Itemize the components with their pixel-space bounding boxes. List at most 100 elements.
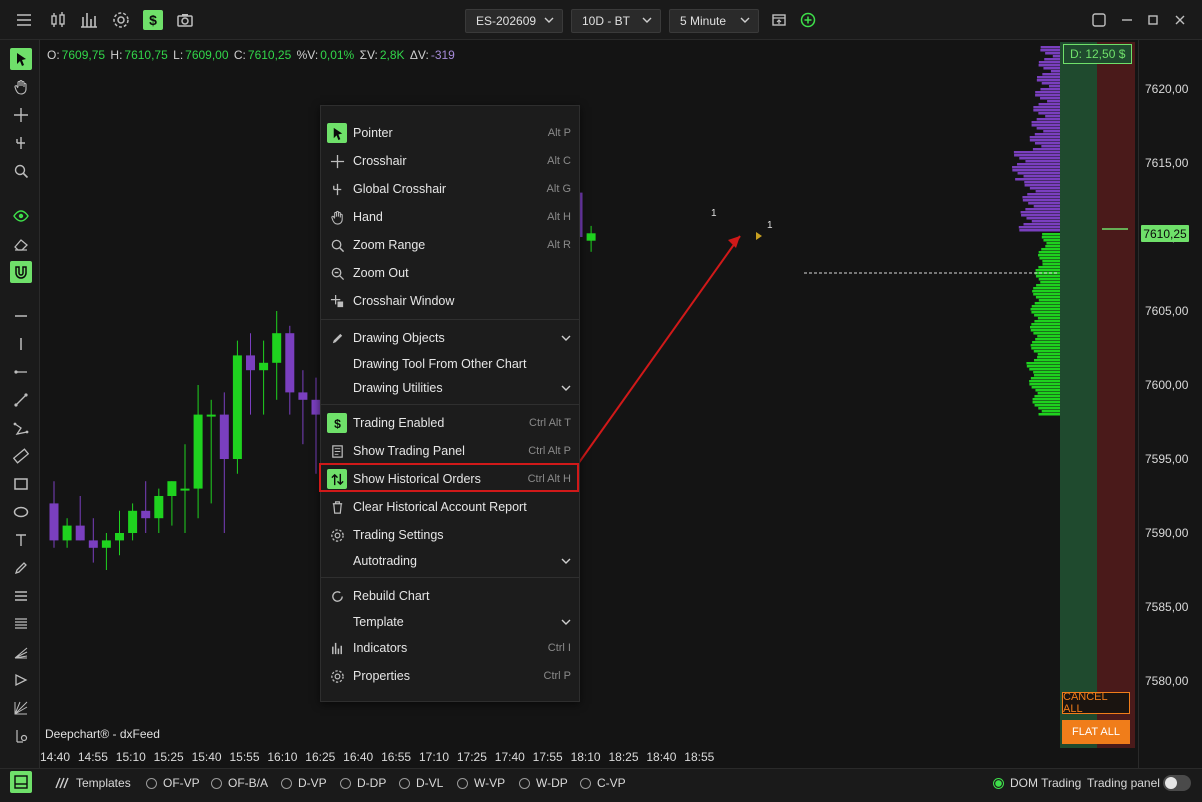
eraser-tool-icon[interactable]	[10, 233, 32, 255]
menu-item-drawing-objects[interactable]: Drawing Objects	[321, 325, 579, 351]
time-tick-label: 16:40	[343, 750, 374, 764]
menu-item-label: Indicators	[353, 641, 408, 655]
profile-buy-bar	[1038, 278, 1060, 281]
dom-buy-column[interactable]	[1060, 42, 1097, 748]
settings-small-icon[interactable]	[10, 725, 32, 747]
candles-icon[interactable]	[48, 10, 68, 30]
menu-item-rebuild-chart[interactable]: Rebuild Chart	[321, 583, 579, 609]
polyline-tool-icon[interactable]	[10, 417, 32, 439]
trend-line-tool-icon[interactable]	[10, 389, 32, 411]
gann-tool-icon[interactable]	[10, 697, 32, 719]
ray-tool-icon[interactable]	[10, 361, 32, 383]
profile-sell-bar	[1038, 61, 1060, 64]
camera-icon[interactable]	[175, 10, 195, 30]
global-crosshair-tool-icon[interactable]	[10, 132, 32, 154]
menu-item-global-crosshair[interactable]: Global Crosshair Alt G	[321, 176, 579, 202]
profile-buy-bar	[1034, 320, 1060, 323]
rectangle-tool-icon[interactable]	[10, 473, 32, 495]
menu-item-label: Drawing Utilities	[353, 381, 443, 395]
fan-tool-icon[interactable]	[10, 641, 32, 663]
crosshair-tool-icon[interactable]	[10, 104, 32, 126]
menu-item-crosshair-window[interactable]: Crosshair Window	[321, 288, 579, 314]
profile-buy-bar	[1031, 386, 1060, 389]
preset-radio-of-vp[interactable]: OF-VP	[146, 776, 200, 790]
menu-item-pointer[interactable]: Pointer Alt P	[321, 120, 579, 146]
dollar-trading-icon[interactable]: $	[143, 10, 163, 30]
preset-radio-of-b-a[interactable]: OF-B/A	[211, 776, 268, 790]
magnet-tool-icon[interactable]	[10, 261, 32, 283]
preset-radio-d-vp[interactable]: D-VP	[281, 776, 327, 790]
hand-tool-icon[interactable]	[10, 76, 32, 98]
menu-item-indicators[interactable]: Indicators Ctrl I	[321, 635, 579, 661]
menu-item-trading-enabled[interactable]: $ Trading Enabled Ctrl Alt T	[321, 410, 579, 436]
menu-item-autotrading[interactable]: Autotrading	[321, 548, 579, 574]
window-icon[interactable]	[769, 10, 789, 30]
time-tick-label: 14:40	[39, 750, 71, 764]
cancel-all-button[interactable]: CANCEL ALL	[1062, 691, 1130, 715]
menu-item-zoom-out[interactable]: Zoom Out	[321, 260, 579, 286]
menu-item-show-trading-panel[interactable]: Show Trading Panel Ctrl Alt P	[321, 438, 579, 464]
templates-button[interactable]: Templates	[54, 776, 131, 790]
high-value: 7610,75	[124, 48, 168, 62]
dom-trading-label: DOM Trading	[1010, 776, 1082, 790]
range-dropdown[interactable]: 10D - BT	[571, 9, 661, 33]
projection-tool-icon[interactable]	[10, 669, 32, 691]
menu-item-label: Zoom Range	[353, 238, 426, 252]
profile-buy-bar	[1034, 314, 1060, 317]
dollar-icon: $	[327, 413, 347, 433]
menu-item-hand[interactable]: Hand Alt H	[321, 204, 579, 230]
fib-lines-tool-icon[interactable]	[10, 613, 32, 635]
zoom-tool-icon[interactable]	[10, 160, 32, 182]
menu-icon[interactable]	[14, 10, 34, 30]
preset-label: D-DP	[357, 776, 387, 790]
preset-radio-d-dp[interactable]: D-DP	[340, 776, 386, 790]
menu-item-template[interactable]: Template	[321, 609, 579, 635]
horizontal-line-tool-icon[interactable]	[10, 305, 32, 327]
menu-item-drawing-tool-other-chart[interactable]: Drawing Tool From Other Chart	[321, 351, 579, 377]
symbol-dropdown[interactable]: ES-202609	[465, 9, 563, 33]
text-tool-icon[interactable]	[10, 529, 32, 551]
menu-item-drawing-utilities[interactable]: Drawing Utilities	[321, 375, 579, 401]
profile-sell-bar	[1048, 85, 1060, 88]
timeframe-dropdown[interactable]: 5 Minute	[669, 9, 759, 33]
eye-visibility-icon[interactable]	[10, 205, 32, 227]
profile-sell-bar	[1033, 106, 1060, 109]
preset-radio-c-vp[interactable]: C-VP	[580, 776, 626, 790]
add-chart-icon[interactable]	[798, 10, 818, 30]
preset-radio-w-vp[interactable]: W-VP	[457, 776, 505, 790]
menu-item-clear-historical-report[interactable]: Clear Historical Account Report	[321, 494, 579, 520]
bar-chart-icon[interactable]	[79, 10, 99, 30]
menu-item-trading-settings[interactable]: Trading Settings	[321, 522, 579, 548]
preset-radio-d-vl[interactable]: D-VL	[399, 776, 443, 790]
menu-item-zoom-range[interactable]: Zoom Range Alt R	[321, 232, 579, 258]
profile-sell-bar	[1031, 121, 1060, 124]
flat-all-button[interactable]: FLAT ALL	[1062, 720, 1130, 744]
price-axis[interactable]: 7620,007615,007610,007605,007600,007595,…	[1138, 40, 1202, 768]
profile-buy-bar	[1034, 404, 1060, 407]
panel-toggle-icon[interactable]	[10, 771, 32, 793]
time-tick-label: 16:10	[267, 750, 298, 764]
dom-sell-column[interactable]	[1097, 42, 1135, 748]
maximize-icon[interactable]	[1143, 10, 1163, 30]
trading-panel-toggle[interactable]	[1163, 775, 1191, 791]
time-axis[interactable]: 14:40 14:55 15:10 15:25 15:40 15:55 16:10 16:25…	[40, 748, 1138, 768]
chart-area[interactable]: 1 1	[40, 40, 1138, 748]
minimize-icon[interactable]	[1117, 10, 1137, 30]
settings-gear-icon[interactable]	[111, 10, 131, 30]
preset-label: OF-B/A	[228, 776, 269, 790]
dom-trading-radio[interactable]: DOM Trading	[993, 776, 1081, 790]
close-icon[interactable]	[1170, 10, 1190, 30]
profile-buy-bar	[1038, 407, 1060, 410]
preset-radio-w-dp[interactable]: W-DP	[519, 776, 568, 790]
pointer-tool-icon[interactable]	[10, 48, 32, 70]
candlestick-plot[interactable]: 1 1	[40, 40, 1138, 748]
pencil-tool-icon[interactable]	[10, 557, 32, 579]
menu-item-properties[interactable]: Properties Ctrl P	[321, 663, 579, 689]
candle-body	[75, 525, 85, 541]
list-lines-tool-icon[interactable]	[10, 585, 32, 607]
ellipse-tool-icon[interactable]	[10, 501, 32, 523]
menu-item-crosshair[interactable]: Crosshair Alt C	[321, 148, 579, 174]
vertical-line-tool-icon[interactable]	[10, 333, 32, 355]
layout-icon[interactable]	[1089, 10, 1109, 30]
ruler-tool-icon[interactable]	[10, 445, 32, 467]
